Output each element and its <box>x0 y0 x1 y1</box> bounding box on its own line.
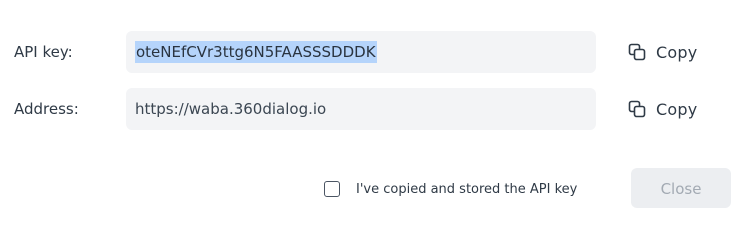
address-field[interactable]: https://waba.360dialog.io <box>126 88 596 130</box>
api-key-row: API key: oteNEfCVr3ttg6N5FAASSSDDDK Copy <box>0 31 746 73</box>
address-label: Address: <box>14 100 79 118</box>
api-key-dialog: API key: oteNEfCVr3ttg6N5FAASSSDDDK Copy… <box>0 0 746 239</box>
confirm-stored-label: I've copied and stored the API key <box>356 181 578 197</box>
close-button[interactable]: Close <box>631 168 731 208</box>
copy-icon <box>628 43 646 61</box>
copy-api-key-button[interactable]: Copy <box>628 31 697 73</box>
address-value[interactable]: https://waba.360dialog.io <box>135 100 326 118</box>
api-key-label: API key: <box>14 43 73 61</box>
api-key-value[interactable]: oteNEfCVr3ttg6N5FAASSSDDDK <box>135 41 377 63</box>
confirm-stored-checkbox[interactable] <box>324 181 340 197</box>
api-key-field[interactable]: oteNEfCVr3ttg6N5FAASSSDDDK <box>126 31 596 73</box>
copy-address-button[interactable]: Copy <box>628 88 697 130</box>
copy-api-key-label: Copy <box>656 42 698 62</box>
dialog-footer: I've copied and stored the API key Close <box>0 168 746 210</box>
copy-icon <box>628 100 646 118</box>
confirm-stored-checkbox-row[interactable]: I've copied and stored the API key <box>324 168 577 210</box>
address-row: Address: https://waba.360dialog.io Copy <box>0 88 746 130</box>
copy-address-label: Copy <box>656 99 698 119</box>
